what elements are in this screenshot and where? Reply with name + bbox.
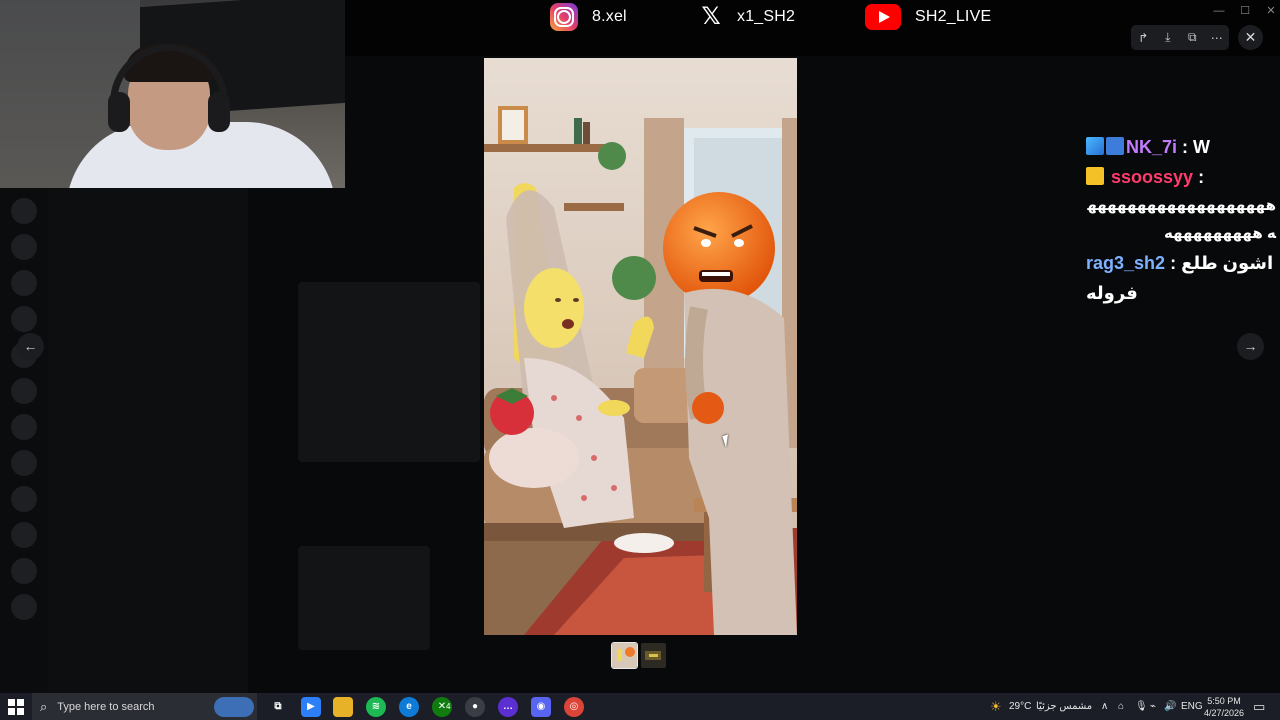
instagram-icon (550, 3, 578, 31)
subscriber-badge-icon (1106, 137, 1124, 155)
minimize-icon[interactable]: — (1206, 0, 1232, 22)
instagram-handle: 8.xel (592, 8, 627, 25)
next-image-button[interactable]: → (1237, 333, 1264, 360)
x-handle: x1_SH2 (737, 8, 796, 25)
spotify-icon[interactable]: ≋ (366, 697, 386, 717)
google-play-icon[interactable]: ▶ (301, 697, 321, 717)
file-explorer-icon[interactable] (333, 697, 353, 717)
server-icon[interactable] (11, 522, 37, 548)
edge-icon[interactable]: e (399, 697, 419, 717)
chat-message: NK_7i : W (1086, 132, 1276, 162)
download-icon[interactable]: ⤓ (1157, 30, 1179, 45)
server-icon[interactable] (11, 414, 37, 440)
server-icon[interactable] (11, 594, 37, 620)
server-icon[interactable] (11, 558, 37, 584)
chat-message: ssoossyy : (1086, 162, 1276, 192)
channel-list (48, 188, 248, 693)
server-icon[interactable] (11, 234, 37, 260)
windows-start-icon[interactable] (8, 699, 24, 715)
server-rail (0, 188, 48, 693)
tray-app-icon[interactable]: ⌂ (1118, 693, 1124, 720)
youtube-handle: SH2_LIVE (915, 8, 992, 25)
clock-date: 4/27/2026 (1203, 708, 1245, 718)
chat-username: ssoossyy (1111, 167, 1194, 187)
viewed-image (484, 58, 797, 635)
chat-username: NK_7i (1126, 137, 1178, 157)
chat-separator: : (1165, 253, 1182, 273)
more-icon[interactable]: ⋯ (1206, 31, 1228, 45)
cartoon-scene (484, 58, 797, 635)
server-icon[interactable] (11, 486, 37, 512)
windows-taskbar: ⌕ Type here to search ⧉ ▶ ≋ e ✕ ● … ◉ ◎ … (0, 693, 1280, 720)
discord-icon[interactable]: ◉ (531, 697, 551, 717)
chat-separator: : (1177, 137, 1194, 157)
chat-username: rag3_sh2 (1086, 253, 1166, 273)
screen: 8.xel 𝕏 x1_SH2 SH2_LIVE — ☐ ✕ ↱ ⤓ ⧉ ⋯ ✕ … (0, 0, 1280, 720)
chat-message: rag3_sh2 : اشون طلع فروله (1086, 248, 1276, 308)
weather-icon[interactable]: ☀ (990, 693, 1002, 720)
task-view-icon[interactable]: ⧉ (268, 697, 288, 717)
chrome-icon[interactable]: ◎ (564, 697, 584, 717)
youtube-icon (865, 4, 901, 30)
chat-separator: : (1193, 167, 1205, 187)
server-icon[interactable] (11, 378, 37, 404)
close-viewer-button[interactable]: ✕ (1238, 25, 1263, 50)
thumbnail-2[interactable] (641, 643, 666, 668)
server-icon[interactable] (11, 450, 37, 476)
social-youtube: SH2_LIVE (865, 0, 991, 34)
previous-image-button[interactable]: ← (17, 333, 44, 360)
search-placeholder: Type here to search (57, 700, 155, 713)
webcam-overlay (0, 0, 345, 188)
social-instagram: 8.xel (550, 0, 627, 34)
weather-text[interactable]: مشمس جزئيًا (1036, 693, 1092, 720)
chat-text: هههههههههههههههههههه هههههههههه (1087, 197, 1277, 242)
taskbar-clock[interactable]: 5:50 PM 4/27/2026 (1200, 695, 1248, 719)
weather-temp[interactable]: 29°C (1009, 693, 1031, 720)
window-controls: — ☐ ✕ (1206, 0, 1280, 22)
maximize-icon[interactable]: ☐ (1232, 0, 1258, 22)
network-icon[interactable]: ⌁ (1150, 693, 1156, 720)
open-external-icon[interactable]: ⧉ (1181, 30, 1203, 45)
stream-chat-overlay: NK_7i : W ssoossyy : ههههههههههههههههههه… (1086, 132, 1277, 308)
close-window-icon[interactable]: ✕ (1258, 0, 1280, 22)
server-icon[interactable] (11, 198, 37, 224)
image-viewer-toolbar: ↱ ⤓ ⧉ ⋯ (1131, 25, 1229, 50)
clock-time: 5:50 PM (1207, 696, 1241, 706)
volume-icon[interactable]: 🔊 (1164, 693, 1176, 720)
notifications-icon[interactable]: ▭ (1253, 693, 1265, 720)
obs-icon[interactable]: ● (465, 697, 485, 717)
thumbnail-1[interactable] (611, 642, 638, 669)
chat-app-icon[interactable]: … (498, 697, 518, 717)
server-icon[interactable] (11, 270, 37, 296)
attachment-preview (298, 546, 430, 650)
microphone-icon[interactable]: 🎙 (1135, 693, 1148, 720)
search-highlight-icon[interactable] (214, 697, 254, 717)
social-x: 𝕏 x1_SH2 (699, 0, 795, 34)
forward-icon[interactable]: ↱ (1132, 31, 1154, 45)
crown-badge-icon (1086, 167, 1104, 185)
chat-text: W (1193, 137, 1211, 157)
server-icon[interactable] (11, 306, 37, 332)
tray-expand-icon[interactable]: ∧ (1101, 693, 1108, 720)
xbox-badge: 4 (446, 702, 451, 711)
moderator-badge-icon (1086, 137, 1104, 155)
x-twitter-icon: 𝕏 (701, 3, 721, 30)
attachment-preview (298, 282, 480, 462)
thumbnail-strip (611, 642, 666, 669)
search-icon: ⌕ (40, 698, 48, 714)
